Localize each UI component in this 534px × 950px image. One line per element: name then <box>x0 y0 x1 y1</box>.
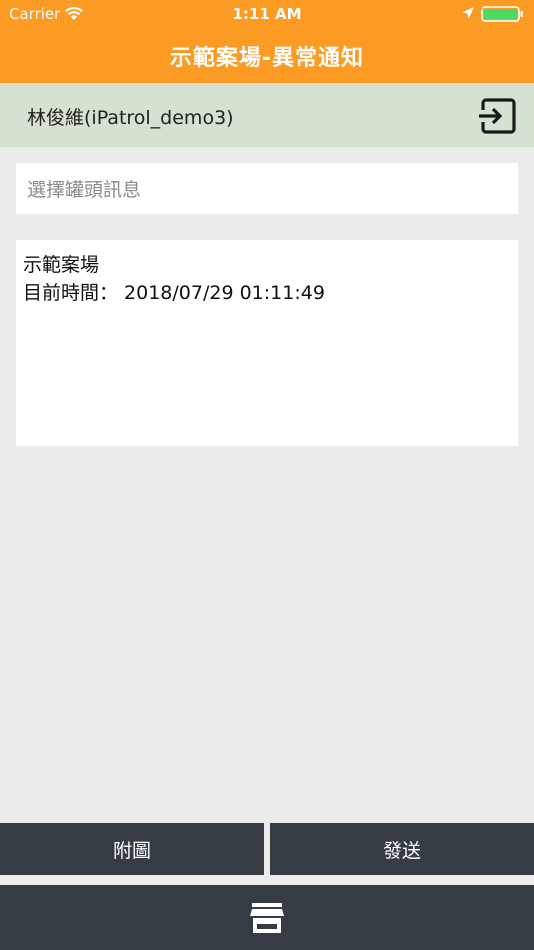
status-bar: Carrier 1:11 AM <box>0 0 534 28</box>
page-title: 示範案場-異常通知 <box>169 46 365 71</box>
location-arrow-icon <box>462 7 474 19</box>
send-button[interactable]: 發送 <box>270 823 534 875</box>
canned-message-select[interactable]: 選擇罐頭訊息 <box>16 163 518 214</box>
battery-icon <box>481 6 523 22</box>
canned-message-placeholder: 選擇罐頭訊息 <box>27 179 142 201</box>
attach-image-button[interactable]: 附圖 <box>0 823 264 875</box>
message-textarea[interactable]: 示範案場 目前時間： 2018/07/29 01:11:49 <box>16 240 518 446</box>
status-time: 1:11 AM <box>232 5 302 23</box>
message-line-site: 示範案場 <box>23 254 100 276</box>
top-header: Carrier 1:11 AM 示範案場-異常通知 <box>0 0 534 83</box>
user-name: 林俊維(iPatrol_demo3) <box>27 107 234 129</box>
logout-button[interactable] <box>476 95 518 137</box>
logout-icon <box>479 98 516 134</box>
store-icon[interactable] <box>249 902 285 934</box>
message-line-time: 目前時間： 2018/07/29 01:11:49 <box>23 282 325 304</box>
user-bar: 林俊維(iPatrol_demo3) <box>0 83 534 147</box>
